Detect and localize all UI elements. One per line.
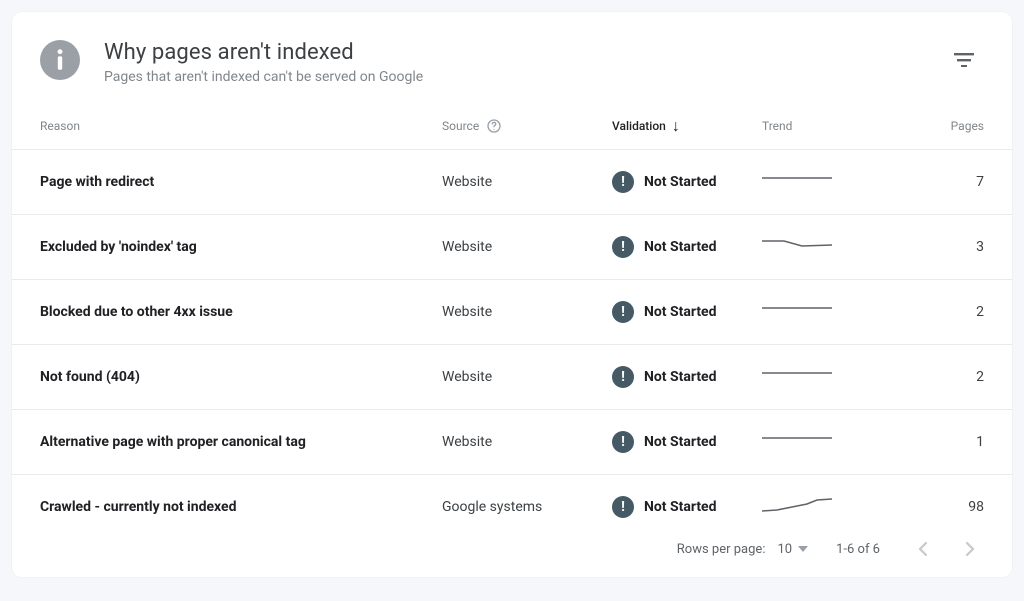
validation-cell: !Not Started [612,410,762,475]
exclamation-icon: ! [612,431,634,453]
trend-cell [762,280,872,345]
column-header-trend[interactable]: Trend [762,103,872,150]
column-header-source[interactable]: Source [442,103,612,150]
table-row[interactable]: Page with redirectWebsite!Not Started 7 [12,150,1012,215]
info-icon [40,40,80,80]
sparkline-icon [762,298,832,322]
source-cell: Website [442,215,612,280]
card-header: Why pages aren't indexed Pages that aren… [12,12,1012,103]
validation-cell: !Not Started [612,345,762,410]
exclamation-icon: ! [612,301,634,323]
chevron-left-icon [918,542,927,556]
card-subtitle: Pages that aren't indexed can't be serve… [104,69,944,85]
sparkline-icon [762,493,832,517]
pages-cell: 7 [872,150,1012,215]
table-row[interactable]: Excluded by 'noindex' tagWebsite!Not Sta… [12,215,1012,280]
source-cell: Website [442,280,612,345]
sort-arrow-down-icon: ↓ [672,118,680,134]
sparkline-icon [762,363,832,387]
sparkline-icon [762,428,832,452]
rows-per-page-select[interactable]: 10 [777,542,808,557]
column-header-reason[interactable]: Reason [12,103,442,150]
pages-cell: 98 [872,475,1012,522]
card-title: Why pages aren't indexed [104,40,944,65]
exclamation-icon: ! [612,366,634,388]
indexing-reasons-card: Why pages aren't indexed Pages that aren… [12,12,1012,577]
validation-cell: !Not Started [612,280,762,345]
pages-cell: 2 [872,345,1012,410]
rows-per-page-label: Rows per page: [677,542,766,557]
trend-cell [762,215,872,280]
pages-cell: 2 [872,280,1012,345]
column-header-pages[interactable]: Pages [872,103,1012,150]
reason-cell: Page with redirect [12,150,442,215]
trend-cell [762,345,872,410]
trend-cell [762,150,872,215]
exclamation-icon: ! [612,171,634,193]
source-cell: Website [442,150,612,215]
reasons-table: Reason Source [12,103,1012,521]
table-row[interactable]: Blocked due to other 4xx issueWebsite!No… [12,280,1012,345]
sparkline-icon [762,233,832,257]
table-row[interactable]: Crawled - currently not indexedGoogle sy… [12,475,1012,522]
pages-cell: 1 [872,410,1012,475]
filter-button[interactable] [944,40,984,80]
source-cell: Google systems [442,475,612,522]
page-range: 1-6 of 6 [836,542,880,557]
filter-icon [954,53,974,67]
reason-cell: Alternative page with proper canonical t… [12,410,442,475]
pages-cell: 3 [872,215,1012,280]
source-cell: Website [442,345,612,410]
reason-cell: Excluded by 'noindex' tag [12,215,442,280]
reasons-table-wrap: Reason Source [12,103,1012,521]
reason-cell: Not found (404) [12,345,442,410]
reason-cell: Blocked due to other 4xx issue [12,280,442,345]
table-row[interactable]: Alternative page with proper canonical t… [12,410,1012,475]
next-page-button[interactable] [956,535,984,563]
pagination-bar: Rows per page: 10 1-6 of 6 [12,521,1012,577]
exclamation-icon: ! [612,496,634,518]
trend-cell [762,410,872,475]
chevron-right-icon [966,542,975,556]
reason-cell: Crawled - currently not indexed [12,475,442,522]
validation-cell: !Not Started [612,215,762,280]
validation-cell: !Not Started [612,475,762,522]
sparkline-icon [762,168,832,192]
exclamation-icon: ! [612,236,634,258]
help-icon[interactable] [485,117,503,135]
dropdown-icon [798,546,808,552]
validation-cell: !Not Started [612,150,762,215]
column-header-validation[interactable]: Validation ↓ [612,103,762,150]
source-cell: Website [442,410,612,475]
trend-cell [762,475,872,522]
prev-page-button[interactable] [908,535,936,563]
table-row[interactable]: Not found (404)Website!Not Started 2 [12,345,1012,410]
